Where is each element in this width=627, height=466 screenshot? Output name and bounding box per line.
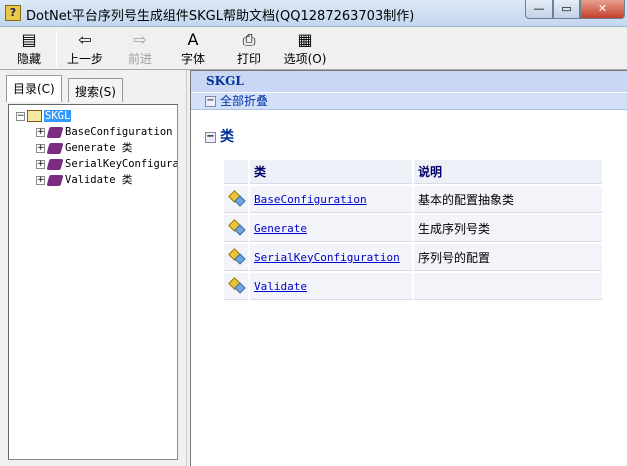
forward-button[interactable]: ⇨ 前进: [115, 30, 165, 67]
section-heading[interactable]: − 类: [205, 126, 234, 146]
tree-node[interactable]: + BaseConfiguration 类: [36, 125, 178, 140]
tree-node-label: BaseConfiguration 类: [65, 126, 178, 138]
minimize-button[interactable]: —: [525, 0, 553, 19]
class-icon: [230, 250, 243, 261]
contents-tree[interactable]: − SKGL + BaseConfiguration 类 + Generate 类 +…: [8, 104, 178, 460]
options-icon: ▦: [297, 30, 313, 49]
class-icon: [230, 192, 243, 203]
header-description: 说明: [414, 160, 602, 184]
help-app-icon: ?: [5, 5, 21, 21]
class-table: 类说明 BaseConfiguration 基本的配置抽象类 Generate 生成…: [222, 158, 604, 302]
table-row: SerialKeyConfiguration 序列号的配置: [224, 244, 602, 271]
table-row: Validate: [224, 273, 602, 300]
collapse-icon: −: [205, 130, 216, 143]
options-label: 选项(O): [283, 52, 327, 66]
open-book-icon: [27, 110, 42, 122]
table-row: Generate 生成序列号类: [224, 215, 602, 242]
expand-icon[interactable]: +: [36, 159, 45, 169]
forward-arrow-icon: ⇨: [133, 30, 147, 49]
page-title: SKGL: [191, 71, 627, 93]
back-label: 上一步: [66, 52, 103, 66]
font-button[interactable]: A 字体: [168, 30, 218, 67]
header-class: 类: [250, 160, 412, 184]
book-icon: [46, 142, 64, 154]
book-icon: [46, 174, 64, 186]
class-description: [414, 273, 602, 300]
tree-node-root[interactable]: − SKGL: [16, 109, 72, 124]
collapse-all-link[interactable]: − 全部折叠: [191, 93, 627, 110]
class-link[interactable]: Generate: [254, 222, 307, 235]
print-label: 打印: [236, 52, 261, 66]
font-icon: A: [187, 30, 199, 49]
print-button[interactable]: ⎙ 打印: [224, 30, 274, 67]
book-icon: [46, 126, 64, 138]
table-header: 类说明: [224, 160, 602, 184]
tree-node[interactable]: + SerialKeyConfiguration 类: [36, 157, 177, 172]
table-row: BaseConfiguration 基本的配置抽象类: [224, 186, 602, 213]
printer-icon: ⎙: [242, 30, 256, 49]
collapse-all-label: 全部折叠: [220, 94, 269, 108]
section-label: 类: [220, 129, 234, 145]
hide-pane-icon: ▤: [21, 30, 37, 49]
toolbar: ▤ 隐藏 ⇦ 上一步 ⇨ 前进 A 字体 ⎙ 打印 ▦ 选项(O): [0, 28, 627, 70]
content-pane: SKGL − 全部折叠 − 类 类说明 BaseConfiguration 基本的配置…: [190, 70, 627, 466]
back-arrow-icon: ⇦: [78, 30, 92, 49]
tree-node-label: SerialKeyConfiguration 类: [65, 158, 177, 170]
forward-label: 前进: [127, 52, 152, 66]
class-link[interactable]: SerialKeyConfiguration: [254, 251, 400, 264]
class-description: 生成序列号类: [414, 215, 602, 242]
tab-search[interactable]: 搜索(S): [68, 78, 123, 102]
tree-node[interactable]: + Generate 类: [36, 141, 132, 156]
class-description: 序列号的配置: [414, 244, 602, 271]
hide-button[interactable]: ▤ 隐藏: [4, 30, 54, 67]
book-icon: [46, 158, 64, 170]
tree-root-label: SKGL: [44, 110, 72, 122]
class-icon: [230, 279, 243, 290]
hide-label: 隐藏: [16, 52, 41, 66]
maximize-button[interactable]: ▭: [553, 0, 580, 19]
class-description: 基本的配置抽象类: [414, 186, 602, 213]
toolbar-separator: [56, 30, 57, 68]
collapse-icon: −: [205, 95, 216, 107]
class-link[interactable]: BaseConfiguration: [254, 193, 367, 206]
class-link[interactable]: Validate: [254, 280, 307, 293]
class-icon: [230, 221, 243, 232]
title-bar: ? DotNet平台序列号生成组件SKGL帮助文档(QQ1287263703制作…: [0, 0, 627, 27]
close-button[interactable]: ✕: [580, 0, 625, 19]
expand-icon[interactable]: +: [36, 143, 45, 153]
back-button[interactable]: ⇦ 上一步: [60, 30, 110, 67]
window-title: DotNet平台序列号生成组件SKGL帮助文档(QQ1287263703制作): [26, 9, 415, 24]
expand-icon[interactable]: +: [36, 127, 45, 137]
tab-contents[interactable]: 目录(C): [6, 75, 62, 102]
options-button[interactable]: ▦ 选项(O): [278, 30, 332, 67]
tree-node-label: Validate 类: [65, 174, 133, 186]
collapse-icon[interactable]: −: [16, 111, 25, 121]
font-label: 字体: [180, 52, 205, 66]
tree-node-label: Generate 类: [65, 142, 133, 154]
tree-node[interactable]: + Validate 类: [36, 173, 132, 188]
header-icon-cell: [224, 160, 248, 184]
expand-icon[interactable]: +: [36, 175, 45, 185]
